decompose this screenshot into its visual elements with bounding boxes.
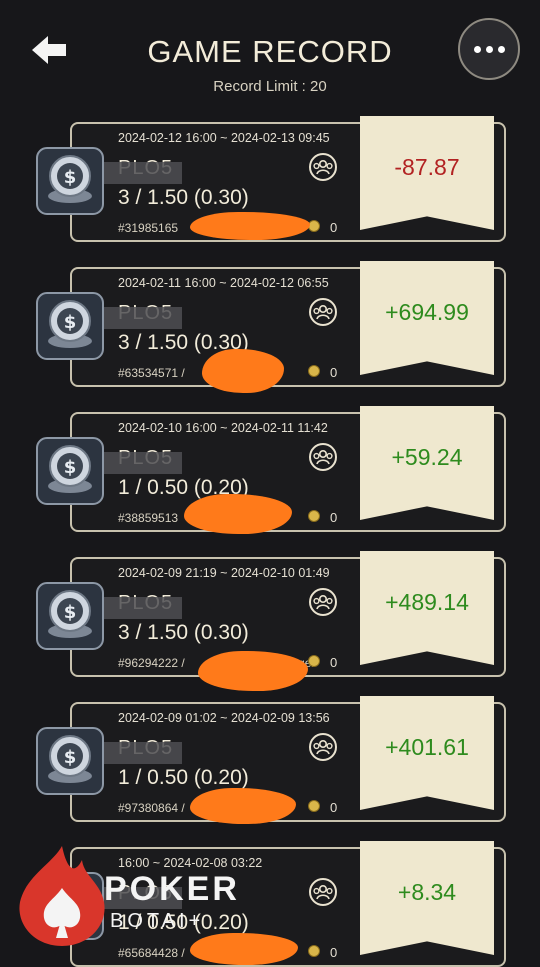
svg-text:$: $ <box>64 312 77 333</box>
group-icon <box>309 443 337 471</box>
coin-icon <box>308 220 320 232</box>
watermark-text-poker: POKER <box>104 870 240 908</box>
record-table-id: #38859513 <box>118 511 179 525</box>
coin-icon <box>308 800 320 812</box>
record-card[interactable]: 2024-02-11 16:00 ~ 2024-02-12 06:55 PLO5… <box>70 261 506 393</box>
redaction-blob <box>190 788 296 824</box>
header: GAME RECORD Record Limit : 20 <box>0 0 540 110</box>
result-box: +694.99 <box>360 261 494 375</box>
record-table-id: #96294222 / <box>118 656 185 670</box>
result-box: +401.61 <box>360 696 494 810</box>
record-card[interactable]: 2024-02-12 16:00 ~ 2024-02-13 09:45 PLO5… <box>70 116 506 242</box>
record-dates: 2024-02-11 16:00 ~ 2024-02-12 06:55 <box>118 276 329 290</box>
poker-chip-icon: $ <box>35 726 105 796</box>
record-blinds: 3 / 1.50 (0.30) <box>118 621 249 644</box>
record-card[interactable]: 2024-02-09 21:19 ~ 2024-02-10 01:49 PLO5… <box>70 551 506 691</box>
poker-chip-icon: $ <box>35 436 105 506</box>
group-icon <box>309 878 337 906</box>
record-coin-count: 0 <box>330 800 338 815</box>
poker-chip-icon: $ <box>35 146 105 216</box>
coin-icon <box>308 510 320 522</box>
flame-logo-icon <box>19 846 105 946</box>
redaction-blob <box>198 651 308 691</box>
group-icon <box>309 588 337 616</box>
more-dots-icon <box>473 45 481 53</box>
more-options-button[interactable] <box>458 18 520 80</box>
record-coin-count: 0 <box>330 510 338 525</box>
record-table-id: #31985165 <box>118 221 179 235</box>
coin-icon <box>308 945 320 957</box>
record-result: +694.99 <box>385 299 469 325</box>
result-box: +59.24 <box>360 406 494 520</box>
result-box: -87.87 <box>360 116 494 230</box>
record-coin-count: 0 <box>330 945 338 960</box>
coin-icon <box>308 655 320 667</box>
svg-text:$: $ <box>64 602 77 623</box>
record-coin-count: 0 <box>330 365 338 380</box>
record-table-id: #63534571 / <box>118 366 185 380</box>
record-dates: 2024-02-09 01:02 ~ 2024-02-09 13:56 <box>118 711 330 725</box>
poker-chip-icon: $ <box>35 581 105 651</box>
record-result: +59.24 <box>391 444 463 470</box>
watermark-text-botai: BOTAI+ <box>110 910 205 932</box>
record-result: -87.87 <box>394 154 460 180</box>
record-coin-count: 0 <box>330 220 338 235</box>
record-dates: 2024-02-12 16:00 ~ 2024-02-13 09:45 <box>118 131 330 145</box>
svg-text:$: $ <box>64 747 77 768</box>
record-blinds: 3 / 1.50 (0.30) <box>118 186 249 209</box>
group-icon <box>309 153 337 181</box>
record-limit-label: Record Limit : 20 <box>213 78 327 95</box>
record-blinds: 1 / 0.50 (0.20) <box>118 766 249 789</box>
record-table-id: #97380864 / <box>118 801 185 815</box>
redaction-blob <box>184 494 292 534</box>
svg-text:$: $ <box>64 457 77 478</box>
record-coin-count: 0 <box>330 655 338 670</box>
group-icon <box>309 733 337 761</box>
record-result: +8.34 <box>397 879 457 905</box>
record-result: +401.61 <box>385 734 469 760</box>
svg-text:$: $ <box>64 167 77 188</box>
result-box: +489.14 <box>360 551 494 665</box>
redaction-blob <box>190 212 310 240</box>
record-card[interactable]: 2024-02-09 01:02 ~ 2024-02-09 13:56 PLO5… <box>70 696 506 824</box>
record-card[interactable]: 2024-02-10 16:00 ~ 2024-02-11 11:42 PLO5… <box>70 406 506 534</box>
redaction-blob <box>202 349 284 393</box>
record-dates: 2024-02-10 16:00 ~ 2024-02-11 11:42 <box>118 421 328 435</box>
result-box: +8.34 <box>360 841 494 955</box>
record-dates: 2024-02-09 21:19 ~ 2024-02-10 01:49 <box>118 566 330 580</box>
coin-icon <box>308 365 320 377</box>
record-result: +489.14 <box>385 589 469 615</box>
group-icon <box>309 298 337 326</box>
poker-chip-icon: $ <box>35 291 105 361</box>
